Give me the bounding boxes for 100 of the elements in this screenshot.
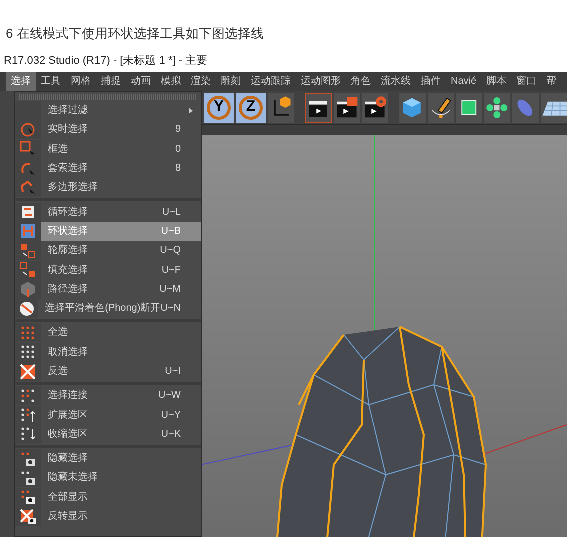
menu-label: 隐藏选择 [47, 452, 89, 466]
menu-item[interactable]: 捕捉 [96, 72, 126, 91]
shortcut: U~B [161, 224, 182, 239]
menu-item[interactable]: 工具 [36, 72, 66, 91]
shortcut: 0 [175, 142, 182, 157]
menu-item[interactable]: 模拟 [156, 72, 186, 91]
pen-icon[interactable] [428, 92, 454, 122]
axis-lock-button[interactable]: Z [236, 92, 266, 122]
cube-icon[interactable] [399, 92, 426, 122]
menu-label: 填充选择 [47, 264, 89, 278]
menu-item[interactable]: 帮 [542, 72, 562, 91]
polygon-lasso-icon [20, 180, 36, 196]
menu-item[interactable]: 渲染 [186, 72, 216, 91]
menu-label: 选择平滑着色(Phong)断开 [44, 302, 161, 316]
menu-item[interactable]: 网格 [66, 72, 96, 91]
shortcut: U~L [162, 206, 182, 220]
menu-label: 全选 [47, 326, 69, 340]
fill-icon [20, 262, 36, 278]
clapboard-gear-icon[interactable] [362, 92, 388, 122]
menu-entry[interactable]: 路径选择 U~M [15, 280, 201, 299]
clapboard-icon[interactable] [334, 92, 360, 122]
shortcut: 8 [175, 162, 182, 176]
checker-eye-icon [20, 508, 36, 525]
menu-entry[interactable]: 轮廓选择 U~Q [15, 241, 201, 260]
menu-label: 路径选择 [47, 282, 89, 297]
axis-lock-button[interactable]: Y [204, 92, 234, 122]
shortcut: U~W [158, 389, 182, 404]
menu-item[interactable]: 插件 [416, 72, 446, 91]
menu-entry[interactable]: 全部显示 [15, 488, 201, 507]
menu-entry[interactable]: 选择连接 U~W [15, 386, 201, 406]
menu-entry[interactable]: 框选 0 [15, 140, 201, 159]
menu-item[interactable]: 流水线 [376, 72, 416, 91]
menu-item[interactable]: 运动图形 [296, 72, 346, 91]
submenu-arrow-icon [189, 108, 193, 114]
cube-select-icon[interactable] [456, 92, 482, 122]
menu-label: 取消选择 [47, 346, 89, 360]
shortcut: U~I [165, 365, 182, 379]
menu-entry[interactable]: 填充选择 U~F [15, 260, 201, 280]
circle-cursor-icon [20, 122, 36, 138]
shortcut: U~Y [161, 408, 182, 423]
outline-icon [20, 242, 36, 259]
menu-entry[interactable]: 取消选择 [15, 342, 201, 362]
loop-icon [20, 204, 36, 220]
caption: 6 在线模式下使用环状选择工具如下图选择线 [5, 25, 265, 43]
sphere-icon [18, 300, 35, 317]
dot-grid-eye-icon [20, 470, 36, 486]
menu-label: 套索选择 [47, 162, 89, 176]
cube-icon [20, 281, 36, 298]
menu-item[interactable]: 运动跟踪 [246, 72, 296, 91]
shortcut: U~M [160, 282, 182, 297]
shortcut: U~F [162, 264, 182, 278]
menu-label: 多边形选择 [47, 180, 99, 196]
dot-grid-arrow-icon [20, 426, 36, 442]
menu-item[interactable]: 角色 [346, 72, 376, 91]
tear-off-handle[interactable] [19, 94, 197, 100]
checker-icon [20, 364, 36, 380]
square-cursor-icon [20, 141, 36, 158]
menu-label: 选择过滤 [47, 104, 89, 118]
menu-label: 循环选择 [47, 206, 89, 220]
dot-grid-eye-icon [20, 489, 36, 506]
shortcut: U~N [160, 302, 182, 316]
dot-grid-icon [20, 324, 36, 341]
shortcut: 9 [175, 123, 182, 138]
menu-item[interactable]: 雕刻 [216, 72, 246, 91]
menu-entry[interactable]: 隐藏选择 [15, 449, 201, 468]
ring-icon [20, 223, 36, 240]
menu-entry[interactable]: 实时选择 9 [15, 120, 201, 140]
menu-label: 反转显示 [47, 510, 89, 524]
menu-label: 环状选择 [47, 224, 89, 239]
dot-grid-icon [20, 388, 36, 404]
menu-item[interactable]: 窗口 [512, 72, 542, 91]
menu-item[interactable]: 动画 [126, 72, 156, 91]
menu-label: 选择连接 [47, 388, 89, 404]
dot-grid-eye-icon [20, 450, 36, 467]
menu-entry[interactable]: 选择平滑着色(Phong)断开U~N [15, 298, 201, 318]
menu-label: 反选 [47, 364, 69, 379]
coordinate-icon[interactable] [268, 92, 294, 122]
menu-entry[interactable]: 全选 [15, 323, 201, 343]
menu-entry[interactable]: 多边形选择 [15, 178, 201, 198]
menu-item[interactable]: Navié [446, 72, 482, 91]
menu-item[interactable]: 脚本 [482, 72, 512, 91]
menu-entry[interactable]: 收缩选区 U~K [15, 424, 201, 444]
menu-entry[interactable]: 隐藏未选择 [15, 468, 201, 488]
menu-label: 轮廓选择 [47, 244, 89, 258]
menu-item[interactable]: 选择 [6, 72, 36, 91]
cloner-icon[interactable] [484, 92, 510, 122]
menu-label: 扩展选区 [47, 408, 89, 423]
shortcut: U~Q [160, 244, 182, 258]
menu-entry[interactable]: 选择过滤 [15, 101, 201, 120]
shortcut: U~K [161, 428, 182, 442]
menu-label: 收缩选区 [47, 428, 89, 442]
clapboard-icon[interactable] [305, 92, 332, 122]
menu-entry[interactable]: 环状选择 U~B [15, 222, 201, 242]
menu-entry[interactable]: 套索选择 8 [15, 158, 201, 178]
window-title: R17.032 Studio (R17) - [未标题 1 *] - 主要 [3, 54, 209, 69]
menu-entry[interactable]: 反选 U~I [15, 362, 201, 382]
menu-entry[interactable]: 扩展选区 U~Y [15, 405, 201, 425]
menu-entry[interactable]: 反转显示 [15, 506, 201, 526]
floor-icon[interactable] [540, 92, 567, 122]
menu-entry[interactable]: 循环选择 U~L [15, 202, 201, 222]
